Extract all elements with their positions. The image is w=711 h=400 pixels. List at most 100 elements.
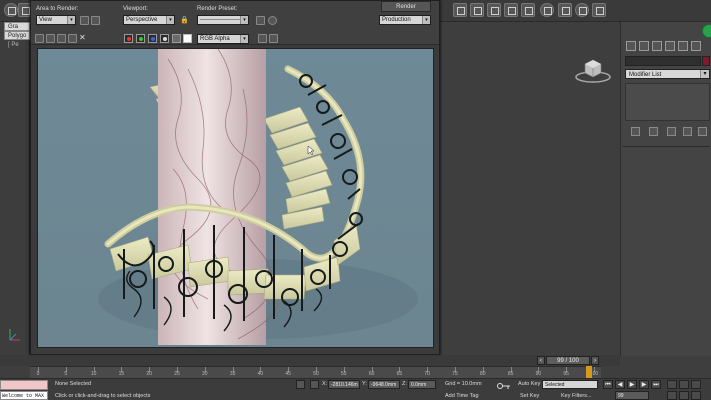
ribbon-tab-polygon[interactable]: Polygo: [4, 31, 30, 40]
modifier-list-dropdown[interactable]: Modifier List ▾: [625, 69, 710, 79]
track-tick-label: 60: [368, 371, 375, 377]
utilities-tab-icon[interactable]: [691, 41, 701, 51]
next-frame-icon[interactable]: ▶: [639, 380, 649, 389]
display-tab-icon[interactable]: [678, 41, 688, 51]
go-to-end-icon[interactable]: ⏭: [651, 380, 661, 389]
production-dropdown[interactable]: Production ▾: [379, 15, 431, 25]
render-setup-small-icon[interactable]: [256, 16, 265, 25]
maxscript-listener[interactable]: [0, 380, 48, 390]
orbit-icon[interactable]: [691, 391, 701, 400]
ribbon-tab-graphite[interactable]: Gra: [4, 22, 30, 31]
z-coordinate-field[interactable]: 0.0mm: [408, 380, 436, 389]
clone-frame-icon[interactable]: [57, 34, 66, 43]
key-mode-dropdown[interactable]: Selected: [542, 380, 598, 389]
quick-align-icon[interactable]: [470, 3, 484, 17]
object-color-swatch[interactable]: [702, 56, 710, 66]
hierarchy-tab-icon[interactable]: [652, 41, 662, 51]
background-color-swatch[interactable]: [183, 34, 192, 43]
axis-gizmo-icon: [9, 329, 20, 341]
set-key-button[interactable]: Set Key: [520, 393, 539, 399]
field-of-view-icon[interactable]: [667, 391, 677, 400]
zoom-extents-icon[interactable]: [691, 380, 701, 389]
lock-icon[interactable]: 🔒: [180, 16, 189, 25]
schematic-icon[interactable]: [540, 3, 554, 17]
selection-lock-icon[interactable]: [296, 380, 305, 389]
zoom-all-icon[interactable]: [679, 380, 689, 389]
key-icon[interactable]: [497, 382, 511, 390]
alpha-channel-toggle[interactable]: [160, 34, 169, 43]
track-tick-label: 15: [118, 371, 125, 377]
auto-region-icon[interactable]: [91, 16, 100, 25]
modify-tab-icon[interactable]: [639, 41, 649, 51]
remove-modifier-icon[interactable]: [683, 127, 692, 136]
render-canvas[interactable]: [37, 48, 434, 348]
toggle-ui-icon[interactable]: [269, 34, 278, 43]
track-tick-label: 65: [396, 371, 403, 377]
render-frame-icon[interactable]: [592, 3, 606, 17]
viewcube-icon[interactable]: [574, 56, 612, 86]
clear-icon[interactable]: ✕: [79, 34, 88, 43]
rendered-frame-window[interactable]: Area to Render: View ▾ Viewport: Perspec…: [30, 0, 440, 355]
track-tick-label: 20: [146, 371, 152, 377]
track-tick-label: 90: [535, 371, 542, 377]
x-coordinate-field[interactable]: -2810.146m: [328, 380, 360, 389]
render-preset-value: --------------------: [200, 17, 240, 23]
create-tab-icon[interactable]: [626, 41, 636, 51]
blue-channel-toggle[interactable]: [148, 34, 157, 43]
time-slider[interactable]: [0, 355, 620, 366]
track-tick-label: 80: [480, 371, 486, 377]
pan-view-icon[interactable]: [679, 391, 689, 400]
red-channel-toggle[interactable]: [124, 34, 133, 43]
select-link-icon[interactable]: [4, 3, 18, 17]
print-image-icon[interactable]: [68, 34, 77, 43]
track-tick-label: 70: [424, 371, 430, 377]
zoom-icon[interactable]: [667, 380, 677, 389]
render-setup-icon[interactable]: [575, 3, 589, 17]
graphite-icon[interactable]: [504, 3, 518, 17]
curve-editor-icon[interactable]: [521, 3, 535, 17]
modifier-stack[interactable]: [625, 83, 710, 121]
key-filters-button[interactable]: Key Filters...: [561, 393, 592, 399]
maxscript-listener-output[interactable]: Welcome to MAX: [0, 391, 48, 400]
show-end-result-icon[interactable]: [649, 127, 658, 136]
save-image-icon[interactable]: [35, 34, 44, 43]
copy-image-icon[interactable]: [46, 34, 55, 43]
track-tick-label: 45: [285, 371, 291, 377]
material-editor-icon[interactable]: [558, 3, 572, 17]
go-to-start-icon[interactable]: ⏮: [603, 380, 613, 389]
time-slider-frame[interactable]: 99 / 100: [546, 356, 590, 365]
render-button[interactable]: Render: [381, 1, 431, 12]
monochrome-toggle[interactable]: [172, 34, 181, 43]
edit-region-icon[interactable]: [80, 16, 89, 25]
previous-frame-icon[interactable]: ◀: [615, 380, 625, 389]
add-time-tag[interactable]: Add Time Tag: [445, 393, 479, 399]
environment-icon[interactable]: [268, 16, 277, 25]
viewport-label[interactable]: [ Pe: [8, 42, 19, 48]
align-icon[interactable]: [453, 3, 467, 17]
object-name-field[interactable]: [625, 56, 701, 66]
layer-manager-icon[interactable]: [487, 3, 501, 17]
time-prev-icon[interactable]: <: [537, 356, 545, 365]
configure-sets-icon[interactable]: [698, 127, 707, 136]
make-unique-icon[interactable]: [667, 127, 676, 136]
production-value: Production: [382, 17, 411, 23]
viewport-dropdown[interactable]: Perspective ▾: [123, 15, 175, 25]
pin-stack-icon[interactable]: [631, 127, 640, 136]
auto-key-button[interactable]: Auto Key: [518, 381, 540, 387]
green-channel-toggle[interactable]: [136, 34, 145, 43]
channel-display-dropdown[interactable]: RGB Alpha ▾: [197, 34, 249, 44]
area-to-render-dropdown[interactable]: View ▾: [36, 15, 76, 25]
chevron-down-icon: ▾: [240, 16, 248, 24]
infocenter-badge-icon[interactable]: [702, 24, 711, 38]
current-frame-field[interactable]: 99: [615, 391, 649, 400]
y-coordinate-field[interactable]: -9648.0mm: [368, 380, 400, 389]
absolute-mode-icon[interactable]: [310, 380, 319, 389]
render-preset-dropdown[interactable]: -------------------- ▾: [197, 15, 249, 25]
render-preset-label: Render Preset:: [197, 6, 238, 12]
motion-tab-icon[interactable]: [665, 41, 675, 51]
track-tick-label: 5: [64, 371, 68, 377]
time-next-icon[interactable]: >: [591, 356, 599, 365]
track-bar[interactable]: 0 5 10 15 20 25 30 35 40 45 50 55 60 65 70 75 80 85 90 95 10…: [30, 366, 601, 378]
toggle-ui-overlay-icon[interactable]: [258, 34, 267, 43]
play-icon[interactable]: ▶: [627, 380, 637, 389]
